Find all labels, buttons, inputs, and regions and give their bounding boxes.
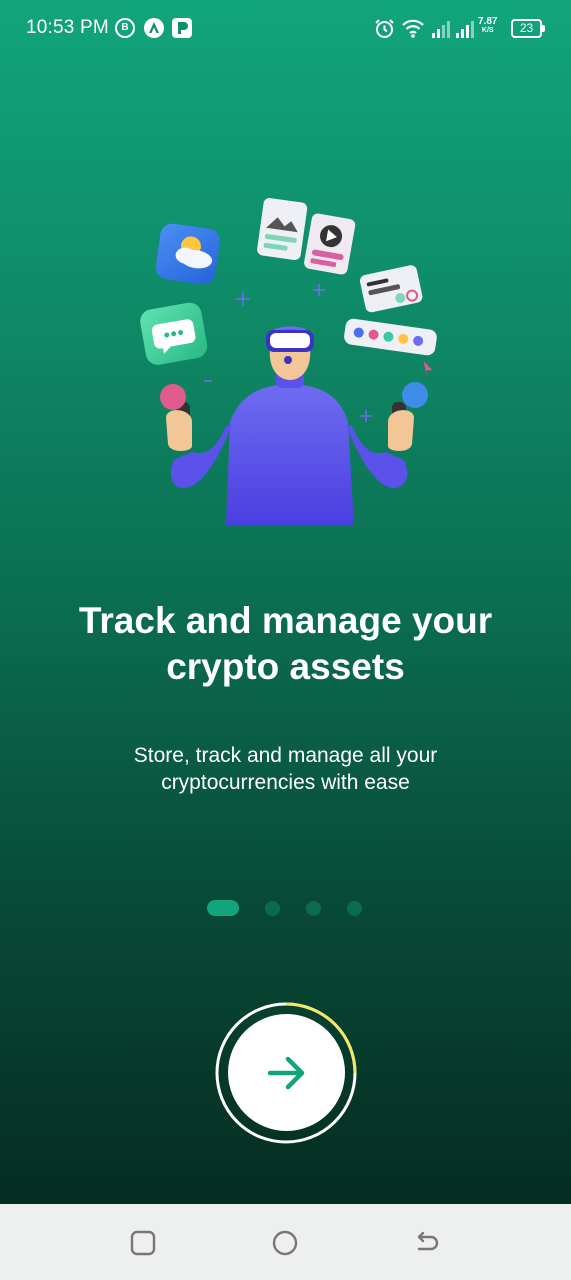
onboarding-screen: 10:53 PM B 7.87 K/S 23 Track and manage … xyxy=(0,0,571,1204)
network-speed-unit: K/S xyxy=(481,27,494,34)
battery-indicator: 23 xyxy=(511,19,545,38)
status-bar: 10:53 PM B 7.87 K/S 23 xyxy=(0,0,571,58)
settings-card-icon xyxy=(359,265,423,313)
image-card-icon xyxy=(257,198,308,261)
network-speed: 7.87 K/S xyxy=(478,17,497,35)
next-button-container xyxy=(214,1001,358,1145)
page-dot[interactable] xyxy=(347,901,362,916)
b-notification-icon: B xyxy=(115,18,135,38)
onboarding-title: Track and manage your crypto assets xyxy=(78,600,493,687)
alarm-icon xyxy=(375,19,394,38)
wifi-icon xyxy=(402,19,424,38)
recent-apps-button[interactable] xyxy=(128,1228,158,1258)
onboarding-subtitle: Store, track and manage all your cryptoc… xyxy=(133,744,438,794)
system-nav-bar xyxy=(0,1204,571,1280)
app-notification-icon xyxy=(144,18,164,38)
video-card-icon xyxy=(304,213,356,275)
status-time: 10:53 PM xyxy=(26,17,109,38)
page-dot[interactable] xyxy=(306,901,321,916)
p-notification-icon xyxy=(172,18,192,38)
chat-card-icon xyxy=(140,302,208,365)
back-button[interactable] xyxy=(412,1228,442,1258)
signal-icon-1 xyxy=(432,21,450,38)
signal-icon-2 xyxy=(456,21,474,38)
home-button[interactable] xyxy=(270,1228,300,1258)
next-button[interactable] xyxy=(228,1014,345,1131)
vr-person-illustration xyxy=(140,198,437,525)
color-palette-icon xyxy=(344,318,437,378)
arrow-right-icon xyxy=(267,1056,305,1090)
weather-card-icon xyxy=(155,223,220,285)
page-dot[interactable] xyxy=(265,901,280,916)
page-dot-active[interactable] xyxy=(207,900,239,916)
